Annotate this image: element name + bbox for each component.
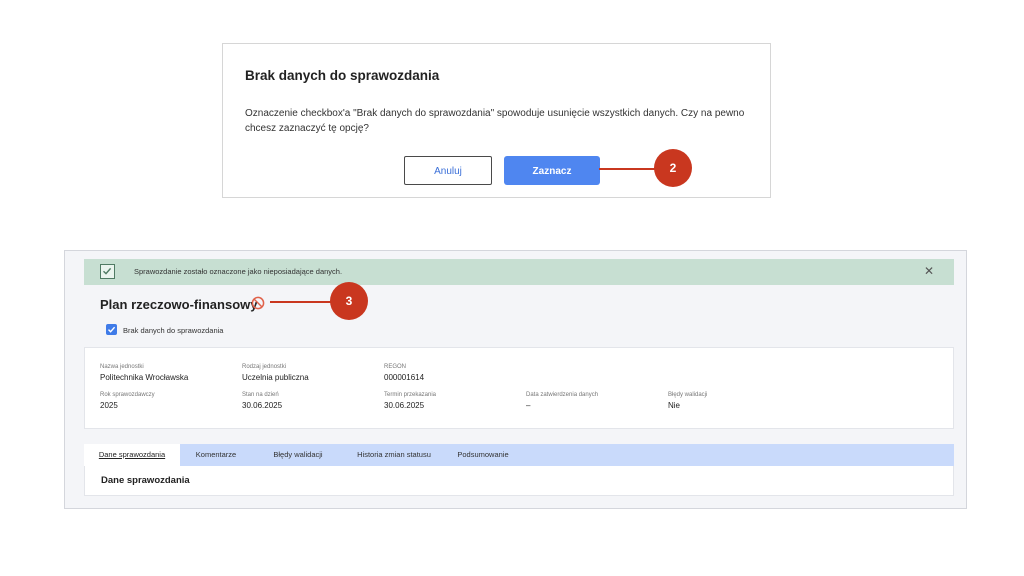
no-data-checkbox[interactable] [106, 324, 117, 335]
field-deadline: Termin przekazania 30.06.2025 [384, 392, 436, 410]
callout-line-2 [599, 168, 659, 170]
field-value: 30.06.2025 [242, 401, 283, 410]
page-title: Plan rzeczowo-finansowy [100, 297, 258, 312]
tab-status-history[interactable]: Historia zmian statusu [344, 444, 444, 466]
field-unit-type: Rodzaj jednostki Uczelnia publiczna [242, 364, 309, 382]
field-label: Nazwa jednostki [100, 364, 144, 370]
field-value: 000001614 [384, 373, 425, 382]
field-approval-date: Data zatwierdzenia danych – [526, 392, 598, 410]
field-label: Rodzaj jednostki [242, 364, 287, 370]
tab-validation-errors[interactable]: Błędy walidacji [262, 444, 334, 466]
confirm-button[interactable]: Zaznacz [504, 156, 600, 185]
field-value: Politechnika Wrocławska [100, 373, 189, 382]
no-data-checkbox-label[interactable]: Brak danych do sprawozdania [123, 326, 223, 335]
field-label: Termin przekazania [384, 392, 437, 398]
field-label: Błędy walidacji [668, 392, 708, 398]
field-label: Data zatwierdzenia danych [526, 392, 599, 398]
field-regon: REGON 000001614 [384, 364, 424, 382]
section-title: Dane sprawozdania [101, 475, 190, 486]
tabs-bar: Dane sprawozdania Komentarze Błędy walid… [84, 444, 954, 466]
field-report-year: Rok sprawozdawczy 2025 [100, 392, 155, 410]
report-panel: Sprawozdanie zostało oznaczone jako niep… [64, 250, 967, 509]
field-value: Uczelnia publiczna [242, 373, 309, 382]
field-unit-name: Nazwa jednostki Politechnika Wrocławska [100, 364, 188, 382]
field-value: Nie [668, 401, 681, 410]
dialog-message: Oznaczenie checkbox'a "Brak danych do sp… [245, 108, 745, 134]
success-banner: Sprawozdanie zostało oznaczone jako niep… [84, 259, 954, 285]
callout-step-3: 3 [330, 282, 368, 320]
check-square-icon [100, 264, 115, 279]
field-as-of-date: Stan na dzień 30.06.2025 [242, 392, 282, 410]
cancel-button[interactable]: Anuluj [404, 156, 492, 185]
callout-step-2: 2 [654, 149, 692, 187]
field-label: Stan na dzień [242, 392, 279, 398]
field-validation-errors: Błędy walidacji Nie [668, 392, 707, 410]
report-data-section: Dane sprawozdania [84, 466, 954, 496]
field-value: 2025 [100, 401, 118, 410]
ban-icon [251, 296, 265, 310]
dialog-title: Brak danych do sprawozdania [245, 68, 440, 83]
tab-comments[interactable]: Komentarze [188, 444, 244, 466]
field-value: – [526, 401, 531, 410]
report-info-card: Nazwa jednostki Politechnika Wrocławska … [84, 347, 954, 429]
field-label: Rok sprawozdawczy [100, 392, 155, 398]
field-value: 30.06.2025 [384, 401, 425, 410]
field-label: REGON [384, 364, 407, 370]
tab-report-data[interactable]: Dane sprawozdania [84, 444, 180, 466]
tab-summary[interactable]: Podsumowanie [450, 444, 516, 466]
banner-message: Sprawozdanie zostało oznaczone jako niep… [134, 267, 343, 276]
close-icon[interactable]: ✕ [924, 264, 934, 278]
callout-line-3 [270, 301, 334, 303]
